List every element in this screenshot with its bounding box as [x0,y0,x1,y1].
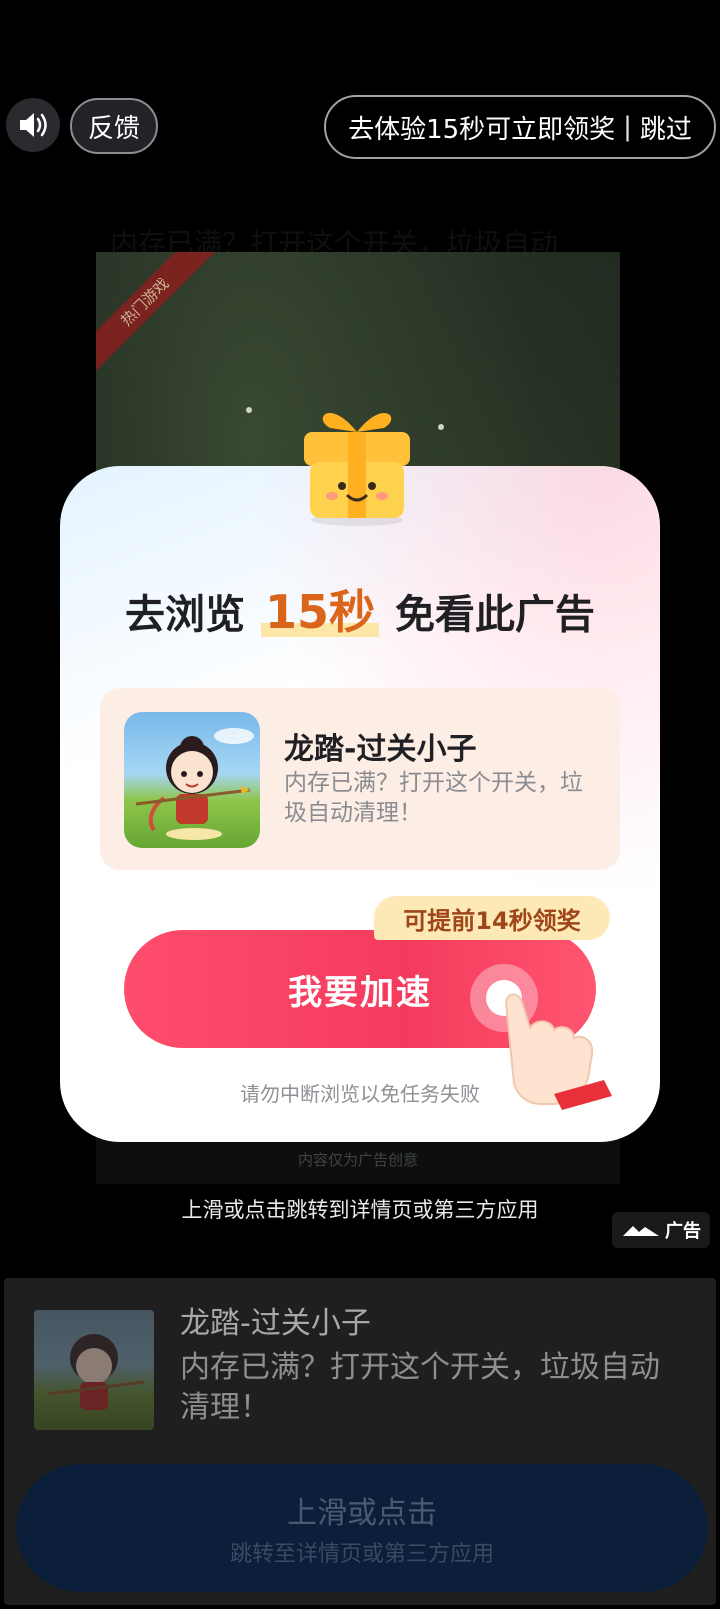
modal-title: 去浏览 15秒 免看此广告 [60,576,660,642]
creative-note: 内容仅为广告创意 [297,1151,418,1169]
title-seconds: 15秒 [259,585,381,639]
bottom-cta-sub: 跳转至详情页或第三方应用 [229,1542,494,1567]
bottom-app-title: 龙踏-过关小子 [180,1306,371,1341]
bottom-cta-button[interactable]: 上滑或点击 跳转至详情页或第三方应用 [16,1464,708,1592]
hot-tag: 热门游戏 [96,252,216,373]
early-reward-badge: 可提前14秒领奖 [374,896,610,940]
pointing-hand-icon [470,964,612,1110]
app-name: 龙踏-过关小子 [284,732,477,767]
gift-icon [304,412,410,526]
app-card[interactable]: 龙踏-过关小子 内存已满？打开这个开关，垃圾自动清理！ [100,688,620,870]
skip-reward-label: 去体验15秒可立即领奖 [348,114,616,145]
bottom-cta-main: 上滑或点击 [287,1496,437,1531]
ad-badge-label: 广告 [665,1221,701,1242]
title-prefix: 去浏览 [125,592,246,638]
ad-badge: 广告 [612,1212,710,1248]
bottom-app-panel[interactable]: 龙踏-过关小子 内存已满？打开这个开关，垃圾自动清理！ 上滑或点击 跳转至详情页… [4,1278,716,1605]
reward-modal: 去浏览 15秒 免看此广告 龙踏-过关小子 内存已满？打开这个开关，垃圾自动清理… [60,412,660,1142]
speaker-icon [20,113,47,137]
app-description: 内存已满？打开这个开关，垃圾自动清理！ [284,770,583,826]
skip-separator: | [623,112,632,142]
skip-label: 跳过 [639,114,692,145]
feedback-button[interactable]: 反馈 [70,98,158,154]
ad-network-logo-icon [623,1226,659,1236]
title-suffix: 免看此广告 [394,592,595,638]
sparkle [438,424,444,430]
app-icon [124,712,260,848]
skip-button[interactable]: 去体验15秒可立即领奖 | 跳过 [324,95,716,159]
sparkle [246,407,252,413]
bottom-app-desc: 内存已满？打开这个开关，垃圾自动清理！ [180,1350,660,1425]
bottom-app-icon [34,1310,154,1430]
sound-toggle-button[interactable] [6,98,60,152]
